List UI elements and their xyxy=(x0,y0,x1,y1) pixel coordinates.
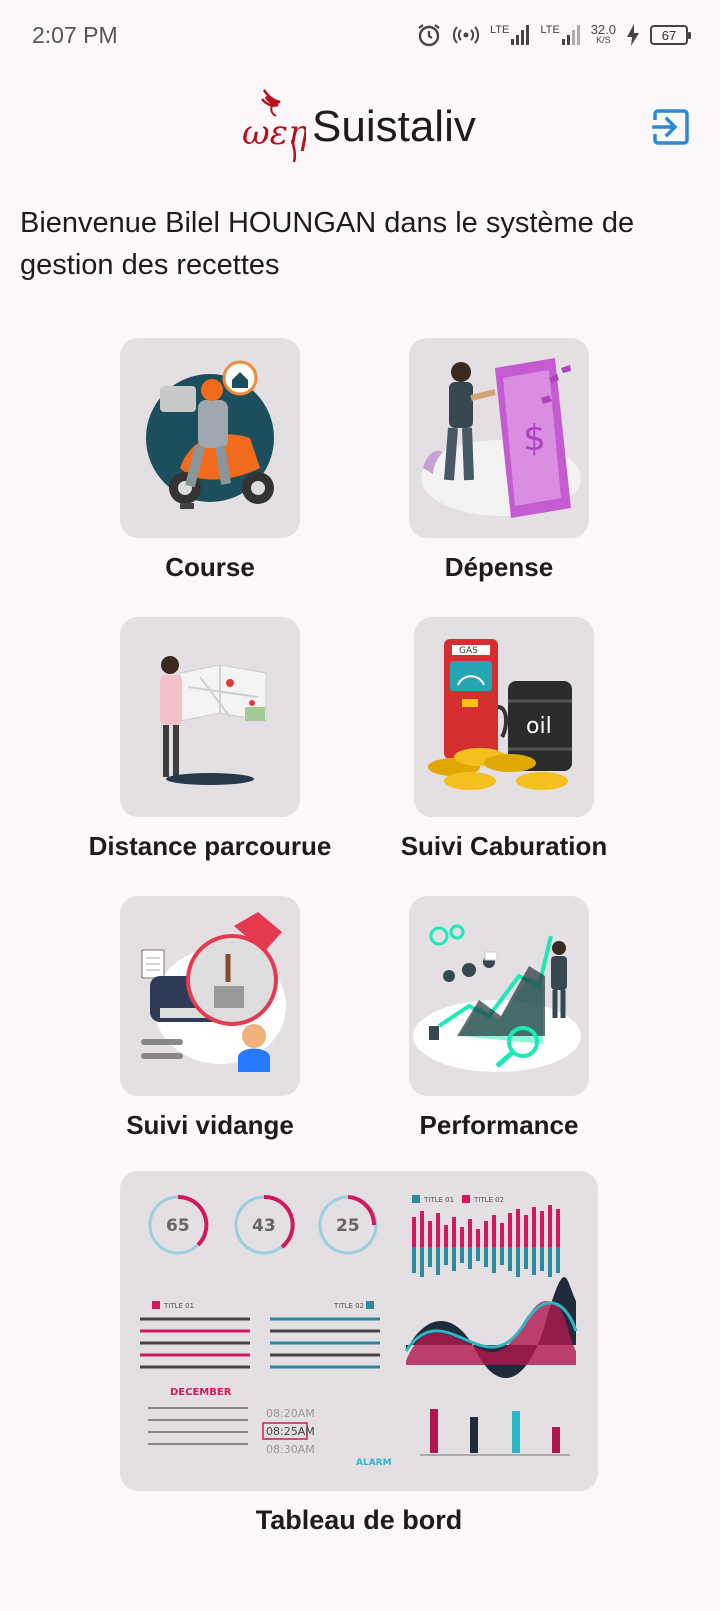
logo-text: ωεη xyxy=(242,113,306,153)
alarm-label: ALARM xyxy=(356,1458,392,1468)
menu-course[interactable]: Course xyxy=(120,338,300,583)
tableau-label: Tableau de bord xyxy=(255,1505,463,1535)
growth-chart-illustration xyxy=(413,924,581,1072)
caburation-card[interactable]: GAS oil xyxy=(414,617,594,817)
alarm-icon xyxy=(418,24,440,47)
progress-title-1: TITLE 01 xyxy=(163,1302,194,1310)
logout-icon[interactable] xyxy=(652,108,690,146)
menu-tableau-de-bord[interactable]: 65 43 25 TITLE 01 TITLE 02 TITLE 01 TITL… xyxy=(120,1171,598,1536)
money-illustration: $ xyxy=(421,358,581,518)
signal-2: LTE xyxy=(540,24,580,46)
signal-1: LTE xyxy=(490,24,530,46)
network-type-2: LTE xyxy=(540,24,560,36)
welcome-message: Bienvenue Bilel HOUNGAN dans le système … xyxy=(20,207,635,281)
gauge-value-3: 25 xyxy=(336,1216,360,1236)
network-type-1: LTE xyxy=(489,24,510,36)
gauge-2: 43 xyxy=(234,1194,295,1255)
app-title: Suistaliv xyxy=(312,102,476,151)
hotspot-icon xyxy=(452,26,479,44)
time-1: 08:20AM xyxy=(266,1407,315,1420)
progress-lines: TITLE 01 TITLE 02 xyxy=(140,1301,380,1369)
gauge-value-2: 43 xyxy=(252,1216,276,1236)
performance-card[interactable] xyxy=(409,896,589,1096)
legend-title-2: TITLE 02 xyxy=(473,1196,504,1204)
status-icons: LTE LTE 32.0 K/S 67 xyxy=(416,20,691,50)
signal-bars-icon xyxy=(511,25,530,45)
depense-label: Dépense xyxy=(444,552,554,582)
time-2: 08:25AM xyxy=(266,1425,315,1438)
app-logo: ωεη xyxy=(242,89,306,163)
caburation-label: Suivi Caburation xyxy=(400,831,608,861)
gauge-3: 25 xyxy=(318,1195,378,1255)
oil-change-illustration xyxy=(141,912,286,1072)
speed-value: 32.0 xyxy=(590,22,616,37)
battery-level: 67 xyxy=(661,27,677,43)
delivery-scooter-illustration xyxy=(146,360,274,509)
app-header: ωεη Suistaliv xyxy=(0,88,720,168)
legend-title-1: TITLE 01 xyxy=(423,1196,454,1204)
oil-text: oil xyxy=(526,714,552,739)
wave-chart xyxy=(404,1277,578,1379)
course-card[interactable] xyxy=(120,338,300,538)
status-time: 2:07 PM xyxy=(32,22,118,48)
time-3: 08:30AM xyxy=(266,1443,315,1456)
menu-performance[interactable]: Performance xyxy=(389,896,609,1141)
vidange-card[interactable] xyxy=(120,896,300,1096)
small-bars xyxy=(420,1409,570,1456)
distance-card[interactable] xyxy=(120,617,300,817)
gauge-value-1: 65 xyxy=(166,1216,190,1236)
performance-label: Performance xyxy=(419,1110,579,1140)
fuel-illustration: GAS oil xyxy=(428,639,572,790)
menu-caburation[interactable]: GAS oil Suivi Caburation xyxy=(384,617,624,862)
gas-text: GAS xyxy=(459,646,478,656)
calendar: DECEMBER xyxy=(148,1387,248,1445)
status-bar: 2:07 PM LTE LTE 32.0 K/S 67 xyxy=(0,0,720,72)
menu-depense[interactable]: $ Dépense xyxy=(409,338,589,583)
depense-card[interactable]: $ xyxy=(409,338,589,538)
menu-distance[interactable]: Distance parcourue xyxy=(80,617,340,862)
tableau-card[interactable]: 65 43 25 TITLE 01 TITLE 02 TITLE 01 TITL… xyxy=(120,1171,598,1491)
mirror-bars: TITLE 01 TITLE 02 xyxy=(412,1195,560,1277)
vidange-label: Suivi vidange xyxy=(126,1110,294,1140)
battery-icon: 67 xyxy=(650,25,691,45)
course-label: Course xyxy=(165,552,255,582)
calendar-month: DECEMBER xyxy=(170,1387,232,1398)
charging-icon xyxy=(627,24,639,46)
progress-title-2: TITLE 02 xyxy=(333,1302,364,1310)
map-illustration xyxy=(160,656,267,785)
menu-vidange[interactable]: Suivi vidange xyxy=(100,896,320,1141)
gauge-1: 65 xyxy=(148,1194,209,1255)
network-speed: 32.0 K/S xyxy=(590,22,616,46)
svg-text:$: $ xyxy=(523,418,546,459)
signal-bars-icon xyxy=(561,25,580,45)
distance-label: Distance parcourue xyxy=(88,831,332,861)
dashboard-illustration: 65 43 25 TITLE 01 TITLE 02 TITLE 01 TITL… xyxy=(140,1194,578,1468)
alarm-times: 08:20AM 08:25AM 08:30AM ALARM xyxy=(262,1407,392,1468)
